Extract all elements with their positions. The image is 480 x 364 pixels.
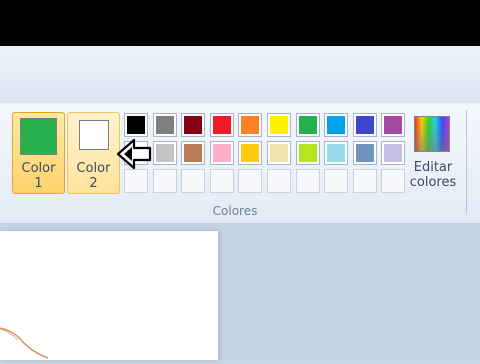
colors-group-label: Colores: [212, 204, 258, 218]
palette-empty-slot-7[interactable]: [296, 169, 320, 193]
edit-colors-button[interactable]: Editar colores: [406, 112, 460, 196]
palette-swatch-1-9[interactable]: [353, 113, 377, 137]
palette-empty-slot-5[interactable]: [238, 169, 262, 193]
color2-button[interactable]: Color 2: [67, 112, 120, 194]
edit-colors-label-line2: colores: [409, 175, 457, 190]
palette-swatch-1-6[interactable]: [267, 113, 291, 137]
palette-swatch-fill: [270, 116, 288, 134]
color2-label-line2: 2: [89, 176, 98, 191]
palette-empty-slot-9[interactable]: [353, 169, 377, 193]
palette-swatch-1-3[interactable]: [181, 113, 205, 137]
palette-swatch-fill: [184, 116, 202, 134]
palette-swatch-1-10[interactable]: [381, 113, 405, 137]
palette-swatch-1-5[interactable]: [238, 113, 262, 137]
palette-empty-slot-10[interactable]: [381, 169, 405, 193]
color2-label-line1: Color: [76, 161, 111, 176]
palette-swatch-fill: [384, 116, 402, 134]
palette-empty-slot-1[interactable]: [124, 169, 148, 193]
pointer-cursor-icon: [116, 138, 152, 170]
color1-label-line2: 1: [34, 176, 43, 191]
palette-empty-slot-2[interactable]: [153, 169, 177, 193]
palette-swatch-fill: [384, 144, 402, 162]
palette-swatch-2-6[interactable]: [267, 141, 291, 165]
palette-swatch-fill: [213, 116, 231, 134]
edit-colors-label-line1: Editar: [413, 160, 453, 175]
palette-swatch-2-10[interactable]: [381, 141, 405, 165]
palette-swatch-2-7[interactable]: [296, 141, 320, 165]
palette-swatch-2-8[interactable]: [324, 141, 348, 165]
palette-swatch-2-9[interactable]: [353, 141, 377, 165]
palette-swatch-fill: [299, 116, 317, 134]
palette-swatch-fill: [184, 144, 202, 162]
window-title-bar: [0, 0, 480, 46]
palette-swatch-fill: [213, 144, 231, 162]
palette-swatch-fill: [356, 116, 374, 134]
palette-empty-slot-3[interactable]: [181, 169, 205, 193]
drawing-canvas[interactable]: [0, 231, 218, 360]
palette-empty-slot-4[interactable]: [210, 169, 234, 193]
ribbon-tabs-area: [0, 46, 480, 104]
palette-swatch-1-8[interactable]: [324, 113, 348, 137]
palette-swatch-2-2[interactable]: [153, 141, 177, 165]
palette-empty-slot-8[interactable]: [324, 169, 348, 193]
palette-swatch-fill: [327, 116, 345, 134]
palette-swatch-fill: [299, 144, 317, 162]
palette-swatch-1-7[interactable]: [296, 113, 320, 137]
palette-swatch-2-3[interactable]: [181, 141, 205, 165]
palette-swatch-fill: [270, 144, 288, 162]
palette-swatch-2-5[interactable]: [238, 141, 262, 165]
palette-swatch-fill: [356, 144, 374, 162]
canvas-stroke: [0, 327, 49, 359]
palette-swatch-1-1[interactable]: [124, 113, 148, 137]
edit-colors-label: Editar colores: [406, 160, 460, 190]
palette-empty-slot-6[interactable]: [267, 169, 291, 193]
palette-swatch-2-4[interactable]: [210, 141, 234, 165]
color1-label-line1: Color: [21, 161, 56, 176]
color1-swatch: [20, 118, 57, 155]
palette-swatch-fill: [241, 144, 259, 162]
palette-swatch-fill: [156, 116, 174, 134]
palette-swatch-1-4[interactable]: [210, 113, 234, 137]
palette-swatch-fill: [241, 116, 259, 134]
palette-swatch-1-2[interactable]: [153, 113, 177, 137]
color2-swatch: [79, 120, 109, 150]
color1-button[interactable]: Color 1: [12, 112, 65, 194]
rainbow-palette-icon: [414, 116, 450, 152]
palette-swatch-fill: [156, 144, 174, 162]
group-separator: [466, 110, 467, 214]
palette-swatch-fill: [327, 144, 345, 162]
color2-label: Color 2: [68, 161, 119, 191]
color1-label: Color 1: [13, 161, 64, 191]
palette-swatch-fill: [127, 116, 145, 134]
